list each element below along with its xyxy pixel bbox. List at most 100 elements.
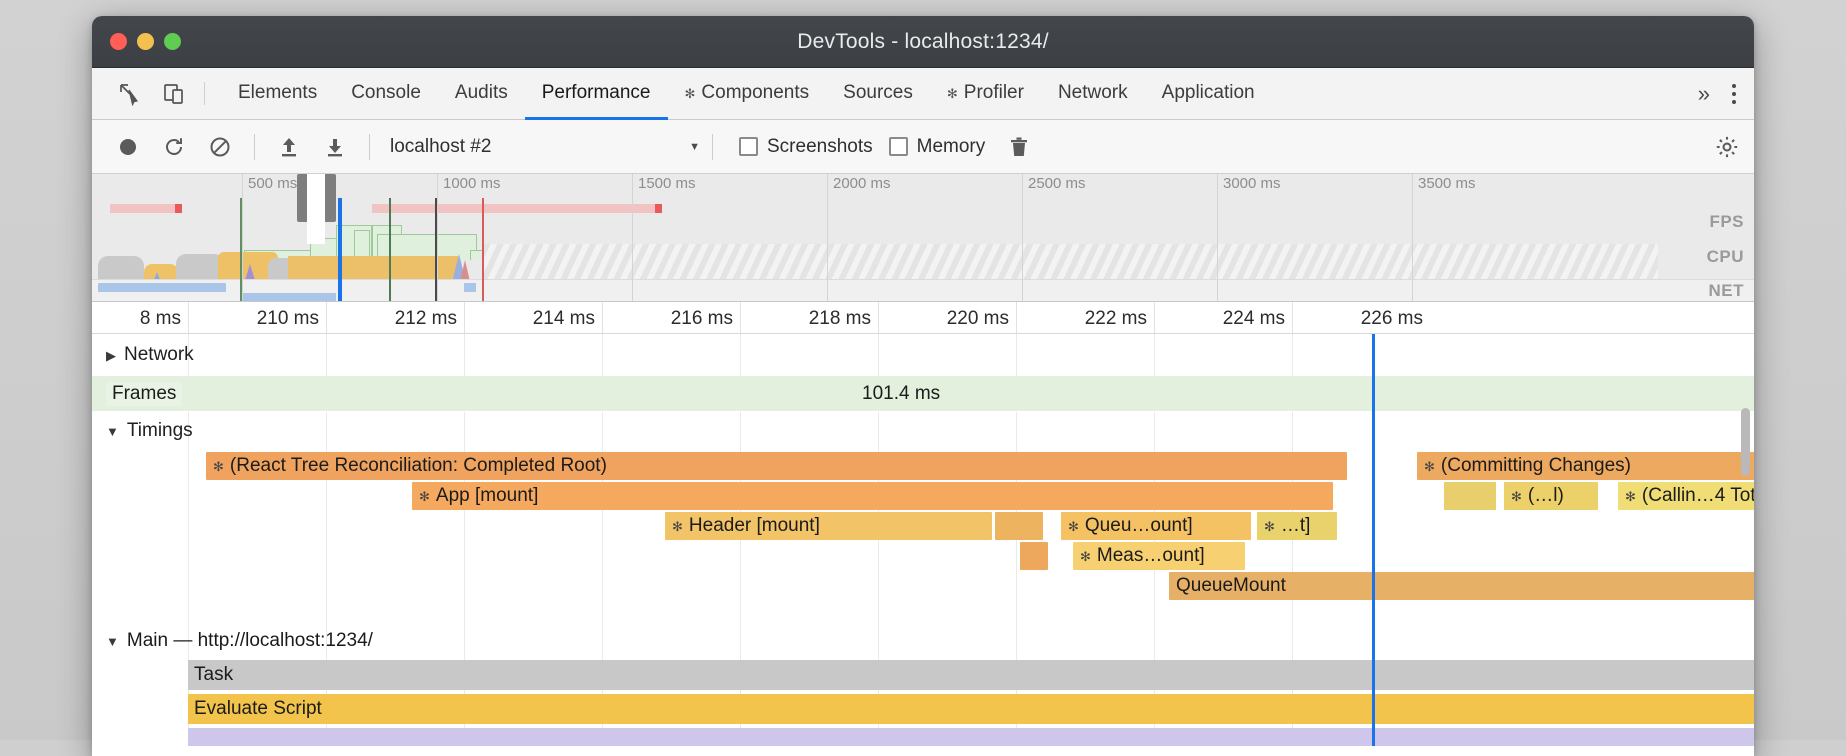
overview-network-bar [110,204,182,213]
ruler-tick-label: 226 ms [1361,308,1423,330]
timing-bar[interactable] [1020,542,1048,570]
overview-tick-label: 3500 ms [1418,175,1476,192]
ruler-tick-label: 216 ms [671,308,733,330]
flame-chart[interactable]: ▶ Network Frames 101.4 ms ▼ Timings ✻(Re… [92,334,1754,746]
timeline-detail-ruler: 8 ms210 ms212 ms214 ms216 ms218 ms220 ms… [92,302,1754,334]
device-toolbar-icon[interactable] [152,68,196,119]
react-atom-icon: ✻ [672,520,683,533]
record-icon[interactable] [106,127,150,167]
tab-application[interactable]: Application [1145,69,1272,120]
tab-components[interactable]: ✻Components [668,69,827,120]
timing-bar-label: …t] [1281,515,1311,537]
memory-checkbox[interactable]: Memory [889,136,986,158]
overview-tick: 2500 ms [1022,174,1023,302]
timing-bar-label: (Callin…4 Total) [1642,485,1754,507]
react-atom-icon: ✻ [685,87,696,100]
overview-network-bar [372,204,662,213]
timing-bar[interactable]: QueueMount [1169,572,1754,600]
timing-bar[interactable]: ✻App [mount] [412,482,1333,510]
tab-label: Elements [238,82,317,104]
main-track-row[interactable]: Evaluate Script [188,694,1754,724]
chevron-down-icon[interactable]: ▼ [106,635,119,648]
close-window-button[interactable] [110,33,127,50]
ruler-tick: 222 ms [1016,302,1154,333]
overview-lane-labels: FPSCPUNET [1658,198,1754,301]
tab-network[interactable]: Network [1041,69,1145,120]
timing-bar-label: QueueMount [1176,575,1286,597]
load-profile-icon[interactable] [267,127,311,167]
tab-elements[interactable]: Elements [221,69,334,120]
clear-recording-icon[interactable] [198,127,242,167]
tab-label: Console [351,82,421,104]
minimize-window-button[interactable] [137,33,154,50]
timing-bar[interactable] [1444,482,1496,510]
main-track-row[interactable]: Task [188,660,1754,690]
react-atom-icon: ✻ [419,490,430,503]
chevron-right-icon[interactable]: ▶ [106,349,116,362]
ruler-tick-label: 218 ms [809,308,871,330]
more-tabs-button[interactable]: » [1686,81,1722,107]
screenshots-checkbox-box[interactable] [739,137,758,156]
ruler-tick: 8 ms [92,302,188,333]
save-profile-icon[interactable] [313,127,357,167]
overview-selection-start-handle[interactable] [338,198,342,301]
group-header-timings[interactable]: ▼ Timings [92,416,1754,446]
inspect-element-icon[interactable] [108,68,152,119]
ruler-tick: 218 ms [740,302,878,333]
timing-bar-label: (Committing Changes) [1441,455,1631,477]
delete-recording-icon[interactable] [997,127,1041,167]
react-atom-icon: ✻ [1511,490,1522,503]
ruler-tick-label: 212 ms [395,308,457,330]
reload-and-record-icon[interactable] [152,127,196,167]
frame-duration: 101.4 ms [862,383,940,405]
group-header-network[interactable]: ▶ Network [92,340,1754,370]
group-header-frames[interactable]: Frames 101.4 ms [92,376,1754,412]
timing-bar[interactable]: ✻(…l) [1504,482,1598,510]
tab-list: Elements Console AuditsPerformance✻Compone… [221,68,1272,119]
vertical-scrollbar[interactable] [1741,408,1750,476]
overview-lane-cpu: CPU [1658,232,1754,266]
timing-bar[interactable]: ✻(React Tree Reconciliation: Completed R… [206,452,1347,480]
overview-tick: 1000 ms [437,174,438,302]
tab-sources[interactable]: Sources [826,69,930,120]
chevron-down-icon: ▼ [689,141,700,153]
screenshots-checkbox[interactable]: Screenshots [739,136,873,158]
ruler-tick: 214 ms [464,302,602,333]
tab-performance[interactable]: Performance [525,69,668,120]
session-label: localhost #2 [390,136,491,158]
maximize-window-button[interactable] [164,33,181,50]
more-options-icon[interactable] [1722,84,1754,104]
recording-session-select[interactable]: localhost #2 ▼ [390,136,700,158]
capture-settings-icon[interactable] [1714,134,1740,160]
screenshots-label: Screenshots [767,136,873,158]
overview-lane-net: NET [1658,267,1754,301]
tab-audits[interactable]: Audits [438,69,525,120]
tab-profiler[interactable]: ✻ Profiler [930,69,1041,120]
tab-console[interactable]: Console [334,69,438,120]
group-header-main[interactable]: ▼ Main — http://localhost:1234/ [92,626,1754,656]
timing-bar[interactable]: ✻Queu…ount] [1061,512,1251,540]
performance-toolbar: localhost #2 ▼ Screenshots Memory [92,120,1754,174]
react-atom-icon: ✻ [1080,550,1091,563]
timing-bar[interactable]: ✻Header [mount] [665,512,992,540]
chevron-down-icon[interactable]: ▼ [106,425,119,438]
tabbar-divider [204,82,205,105]
overview-tick: 1500 ms [632,174,633,302]
timing-bar[interactable]: ✻Meas…ount] [1073,542,1245,570]
main-track-row[interactable] [188,728,1754,746]
timing-bar-label: Queu…ount] [1085,515,1193,537]
timeline-playhead[interactable] [1372,334,1375,746]
timing-bar[interactable]: ✻ (Committing Changes) [1417,452,1754,480]
memory-checkbox-box[interactable] [889,137,908,156]
overview-tick-label: 500 ms [248,175,297,192]
tab-label: Profiler [964,82,1024,104]
timing-bar[interactable]: ✻…t] [1257,512,1337,540]
overview-selection-end-handle[interactable] [482,198,484,301]
timing-bar[interactable] [995,512,1043,540]
react-atom-icon: ✻ [1424,460,1435,473]
react-atom-icon: ✻ [947,87,958,100]
toolbar-divider-1 [254,134,255,160]
ruler-tick: 224 ms [1154,302,1292,333]
timing-bar[interactable]: ✻(Callin…4 Total) [1618,482,1754,510]
timeline-overview[interactable]: 500 ms1000 ms1500 ms2000 ms2500 ms3000 m… [92,174,1754,302]
